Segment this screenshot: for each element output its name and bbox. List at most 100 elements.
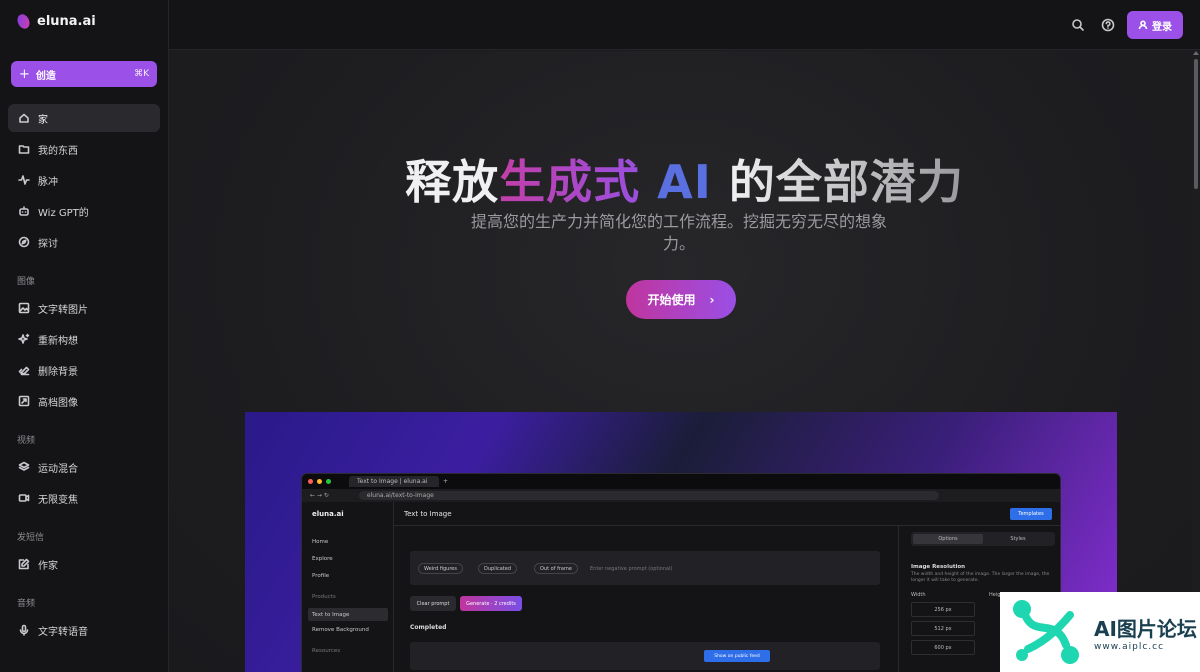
mock-width-option: 256 px [911,602,975,617]
create-label: 创造 [35,70,56,82]
mock-negative-placeholder: Enter negative prompt (optional) [590,566,673,572]
hero-title-part2: 生成式 [499,155,641,209]
mock-chip: Weird figures [418,563,463,574]
sidebar-item-reimagine[interactable]: 重新构想 [8,325,160,353]
mock-nav-home: Home [312,539,329,545]
sidebar: eluna.ai + 创造 ⌘K 家 我的东西 脉冲 Wiz GPT的 探讨 图… [0,0,169,672]
mock-nav-text-to-image: Text to Image [308,608,388,621]
mock-nav-resources: Resources [312,648,341,654]
nav-arrows-icon: ← → ↻ [310,492,329,499]
new-tab-icon: + [443,478,449,485]
minimize-dot-icon [317,479,322,484]
mock-nav-profile: Profile [312,573,330,579]
sidebar-item-label: 脉冲 [38,176,58,188]
pulse-icon [18,174,30,186]
help-icon[interactable] [1101,17,1115,32]
url-text: eluna.ai/text-to-image [358,491,939,500]
mock-result-bar: Show on public feed [410,642,880,670]
mock-resolution-title: Image Resolution [911,564,966,570]
mock-chip: Duplicated [478,563,517,574]
sidebar-item-label: 探讨 [38,238,58,250]
main-content: 释放生成式 AI 的全部潜力 提高您的生产力并简化您的工作流程。挖掘无穷无尽的想… [169,51,1192,672]
chevron-right-icon: › [709,292,715,307]
create-button[interactable]: + 创造 ⌘K [11,61,157,87]
sidebar-item-wiz-gpt[interactable]: Wiz GPT的 [8,197,160,225]
mock-nav-explore: Explore [312,556,333,562]
eraser-icon [18,364,30,376]
hero-subtitle: 提高您的生产力并简化您的工作流程。挖掘无穷无尽的想象力。 [470,212,887,253]
login-button[interactable]: 登录 [1127,11,1183,39]
mock-negative-prompt: Weird figures Duplicated Out of frame En… [410,551,880,585]
mock-nav-remove-background: Remove Background [312,627,369,633]
sidebar-item-my-stuff[interactable]: 我的东西 [8,135,160,163]
maximize-dot-icon [326,479,331,484]
browser-tab: Text to Image | eluna.ai [349,476,439,487]
product-showcase: Text to Image | eluna.ai + ← → ↻ eluna.a… [245,412,1117,672]
sidebar-item-label: 家 [38,114,48,126]
mock-public-feed-button: Show on public feed [704,650,770,662]
logo[interactable]: eluna.ai [15,12,96,31]
watermark: AI图片论坛 www.aiplc.cc [1000,592,1200,672]
sidebar-item-text-to-image[interactable]: 文字转图片 [8,294,160,322]
sidebar-item-writer[interactable]: 作家 [8,550,160,578]
mic-icon [18,624,30,636]
layers-icon [18,461,30,473]
scroll-up-icon[interactable] [1193,51,1199,55]
sidebar-item-label: 文字转语音 [38,626,88,638]
section-label-audio: 音频 [17,599,36,609]
edit-icon [18,558,30,570]
mock-completed-label: Completed [410,624,447,631]
mock-page-header: Text to Image Templates [394,502,1060,526]
shortcut-hint: ⌘K [134,69,149,79]
sidebar-item-infinite-zoom[interactable]: 无限变焦 [8,484,160,512]
sidebar-item-label: 运动混合 [38,463,78,475]
section-label-text: 发短信 [17,533,45,543]
get-started-button[interactable]: 开始使用 › [626,280,736,319]
watermark-text: AI图片论坛 www.aiplc.cc [1094,613,1197,652]
scrollbar[interactable] [1192,51,1200,672]
sparkles-icon [18,333,30,345]
sidebar-item-label: Wiz GPT的 [38,207,89,219]
mock-resolution-desc: The width and height of the image. The l… [911,572,1050,583]
video-icon [18,492,30,504]
sidebar-item-explore[interactable]: 探讨 [8,228,160,256]
section-label-image: 图像 [17,277,36,287]
sidebar-item-label: 无限变焦 [38,494,78,506]
scroll-thumb[interactable] [1194,59,1198,189]
hero-title-part1: 释放 [405,155,500,209]
top-bar: 登录 [169,0,1200,50]
mock-options-tab: Options [913,534,983,544]
browser-mockup: Text to Image | eluna.ai + ← → ↻ eluna.a… [301,473,1061,672]
watermark-url: www.aiplc.cc [1094,641,1165,652]
mock-sidebar: eluna.ai Home Explore Profile Products T… [302,502,394,672]
sidebar-item-label: 重新构想 [38,335,78,347]
plus-icon: + [19,66,30,82]
hero-title: 释放生成式 AI 的全部潜力 [169,146,1192,212]
sidebar-item-pulse[interactable]: 脉冲 [8,166,160,194]
mock-options-tabs: Options Styles [911,532,1055,546]
mock-styles-tab: Styles [1010,536,1026,542]
sidebar-item-upscale[interactable]: 高档图像 [8,387,160,415]
mock-page-title: Text to Image [404,509,452,518]
sidebar-item-home[interactable]: 家 [8,104,160,132]
search-icon[interactable] [1071,17,1085,31]
login-label: 登录 [1152,21,1172,33]
close-dot-icon [308,479,313,484]
mock-nav-products: Products [312,594,336,600]
user-icon [1138,20,1148,30]
sidebar-item-motion-blend[interactable]: 运动混合 [8,453,160,481]
get-started-label: 开始使用 [647,293,696,307]
sidebar-item-remove-background[interactable]: 删除背景 [8,356,160,384]
mock-templates-button: Templates [1010,508,1052,520]
browser-url-bar: ← → ↻ eluna.ai/text-to-image [302,489,1060,502]
mock-logo: eluna.ai [312,510,344,518]
image-icon [18,302,30,314]
bot-icon [18,205,30,217]
mock-width-option: 600 px [911,640,975,655]
sidebar-item-label: 高档图像 [38,397,78,409]
watermark-logo-icon [1013,600,1079,664]
compass-icon [18,236,30,248]
folder-icon [18,143,30,155]
sidebar-item-text-to-speech[interactable]: 文字转语音 [8,616,160,644]
upscale-icon [18,395,30,407]
